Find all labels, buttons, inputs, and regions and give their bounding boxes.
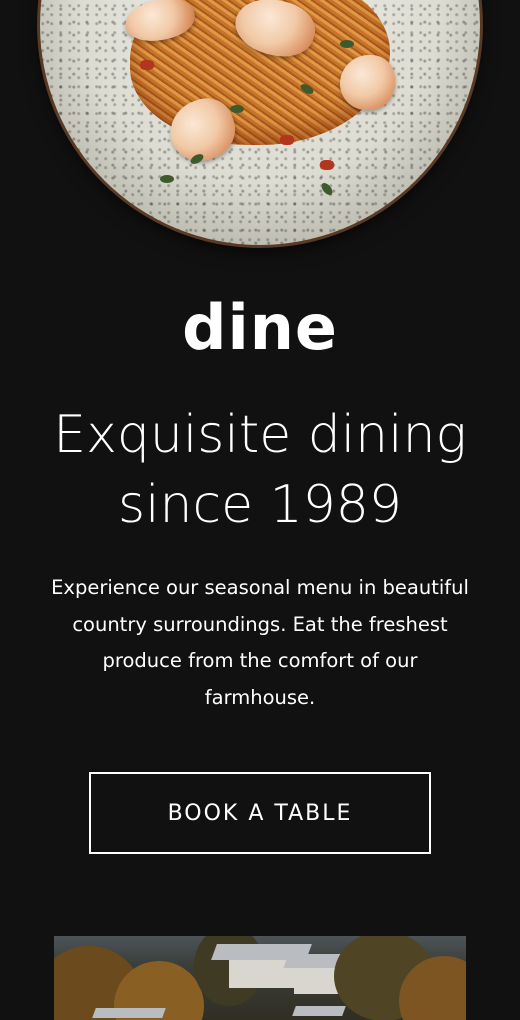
headline-line-2: since 1989: [118, 475, 402, 535]
farmhouse-image: [54, 936, 466, 1020]
brand-logo: dine: [182, 291, 338, 364]
headline-line-1: Exquisite dining: [53, 405, 467, 465]
tomato-garnish: [140, 60, 154, 70]
tomato-garnish: [320, 160, 334, 170]
herb-garnish: [340, 40, 354, 48]
house-roof: [92, 1008, 166, 1018]
tomato-garnish: [280, 135, 294, 145]
shrimp-illustration: [340, 55, 395, 110]
hero-description: Experience our seasonal menu in beautifu…: [51, 576, 469, 709]
herb-garnish: [230, 105, 244, 113]
hero-food-image: [40, 0, 480, 245]
book-a-table-button[interactable]: BOOK A TABLE: [89, 772, 431, 854]
herb-garnish: [160, 175, 174, 183]
hero-headline: Exquisite dining since 1989: [0, 400, 520, 540]
house-roof: [292, 1006, 346, 1016]
herb-garnish: [319, 181, 335, 197]
